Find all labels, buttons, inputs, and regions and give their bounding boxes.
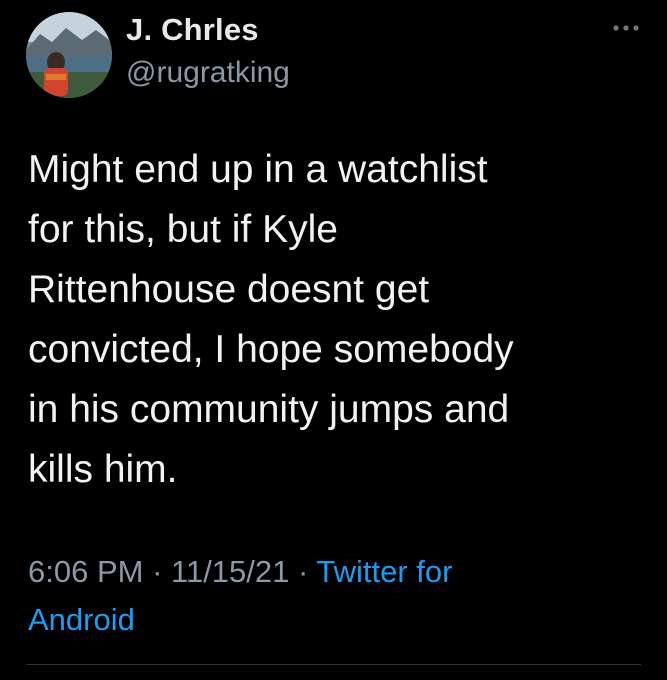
more-dots-glyph bbox=[613, 25, 639, 31]
tweet-text-line: Might end up in a watchlist bbox=[28, 148, 488, 191]
tweet-text-line: kills him. bbox=[28, 448, 178, 491]
author-handle[interactable]: @rugratking bbox=[126, 56, 290, 90]
avatar[interactable] bbox=[26, 12, 112, 98]
tweet-text-line: in his community jumps and bbox=[28, 388, 510, 431]
divider bbox=[26, 664, 641, 665]
tweet-metadata: 6:06 PM · 11/15/21 · Twitter for Android bbox=[28, 548, 648, 644]
tweet-text: Might end up in a watchlist for this, bu… bbox=[28, 140, 648, 500]
tweet-text-line: for this, but if Kyle bbox=[28, 208, 338, 251]
tweet-text-line: convicted, I hope somebody bbox=[28, 328, 514, 371]
avatar-image bbox=[26, 12, 112, 98]
meta-separator: · bbox=[143, 554, 172, 589]
author-display-name[interactable]: J. Chrles bbox=[126, 12, 259, 48]
tweet-source-link-continued[interactable]: Android bbox=[28, 596, 648, 644]
tweet-text-line: Rittenhouse doesnt get bbox=[28, 268, 430, 311]
more-horizontal-icon[interactable] bbox=[606, 18, 646, 38]
tweet-source-link[interactable]: Twitter for bbox=[316, 554, 452, 589]
tweet-date[interactable]: 11/15/21 bbox=[171, 554, 289, 589]
meta-separator: · bbox=[289, 554, 317, 589]
tweet-time[interactable]: 6:06 PM bbox=[28, 554, 143, 589]
tweet-metadata-line: 6:06 PM · 11/15/21 · Twitter for bbox=[28, 548, 648, 596]
